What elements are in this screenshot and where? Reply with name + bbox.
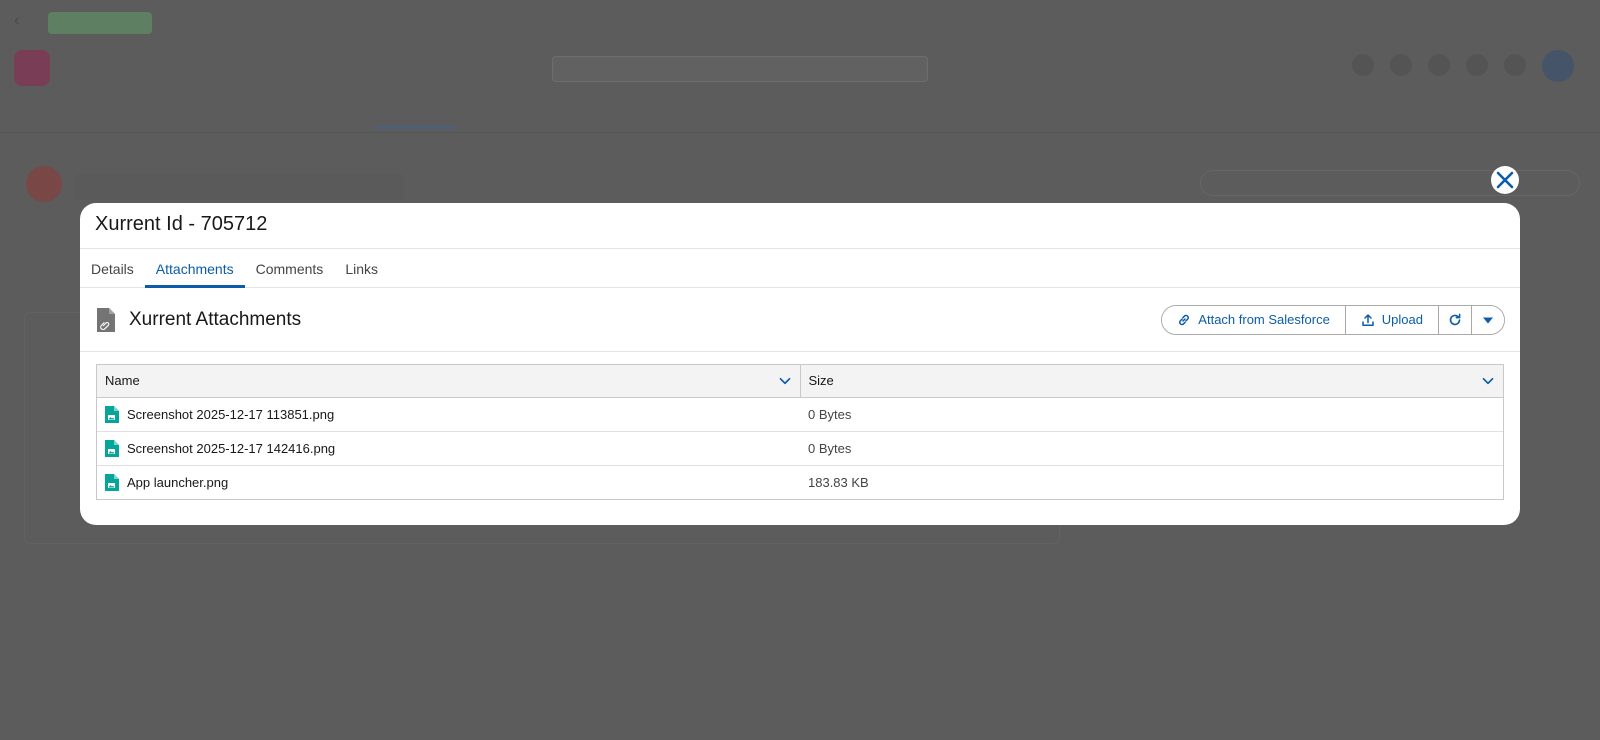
background-case-icon (26, 166, 62, 202)
background-header-icon (1390, 54, 1412, 76)
tab-attachments[interactable]: Attachments (144, 249, 245, 288)
modal-close-button[interactable] (1491, 166, 1519, 194)
table-row[interactable]: App launcher.png 183.83 KB (97, 465, 1503, 499)
table-row[interactable]: Screenshot 2025-12-17 113851.png 0 Bytes (97, 397, 1503, 432)
file-size: 0 Bytes (800, 397, 1503, 432)
file-name-cell[interactable]: Screenshot 2025-12-17 113851.png (97, 397, 800, 432)
column-header-size[interactable]: Size (800, 365, 1503, 398)
modal-tab-bar: Details Attachments Comments Links (80, 249, 1520, 288)
upload-button[interactable]: Upload (1345, 305, 1439, 334)
attachments-modal: Xurrent Id - 705712 Details Attachments … (80, 203, 1520, 525)
background-active-tab-underline (375, 126, 455, 129)
attachments-button-group: Attach from Salesforce Upload (1161, 304, 1505, 335)
background-header-icon (1352, 54, 1374, 76)
background-header-icon (1504, 54, 1526, 76)
image-file-icon (105, 473, 119, 491)
table-header-row: Name Size (97, 365, 1503, 398)
file-name: Screenshot 2025-12-17 113851.png (127, 406, 335, 422)
upload-label: Upload (1381, 312, 1423, 327)
background-avatar (1542, 50, 1574, 82)
column-header-size-label: Size (808, 373, 834, 389)
column-header-name-label: Name (105, 373, 140, 389)
tab-details[interactable]: Details (80, 249, 145, 287)
background-status-chip (48, 12, 152, 34)
file-name: Screenshot 2025-12-17 142416.png (127, 440, 336, 456)
attachments-table: Name Size Screenshot 2025-12-17 113851.p… (96, 364, 1504, 500)
file-name: App launcher.png (127, 474, 229, 490)
background-search-box (552, 56, 928, 82)
modal-title: Xurrent Id - 705712 (95, 213, 268, 235)
background-record-title (74, 174, 404, 200)
upload-icon (1362, 313, 1374, 326)
table-row[interactable]: Screenshot 2025-12-17 142416.png 0 Bytes (97, 431, 1503, 466)
file-size: 0 Bytes (800, 431, 1503, 466)
file-name-cell[interactable]: Screenshot 2025-12-17 142416.png (97, 431, 800, 466)
background-top-bar (0, 0, 1600, 44)
attachment-doc-icon (97, 307, 115, 332)
image-file-icon (105, 405, 119, 423)
tab-comments[interactable]: Comments (245, 249, 335, 287)
background-header-icons (1352, 50, 1574, 82)
background-divider (0, 132, 1600, 133)
refresh-button[interactable] (1439, 305, 1472, 334)
background-app-icon (14, 50, 50, 86)
image-file-icon (105, 439, 119, 457)
chevron-down-icon[interactable] (1481, 374, 1495, 388)
file-name-cell[interactable]: App launcher.png (97, 465, 800, 499)
link-icon (1179, 314, 1190, 325)
caret-down-icon (1483, 317, 1493, 323)
background-header-icon (1428, 54, 1450, 76)
background-back-icon: ‹ (14, 12, 20, 29)
file-size: 183.83 KB (808, 474, 869, 490)
background-action-buttons (1200, 170, 1580, 196)
more-actions-dropdown-button[interactable] (1472, 305, 1504, 334)
tab-links[interactable]: Links (334, 249, 389, 287)
close-icon (1496, 171, 1514, 189)
attach-from-salesforce-button[interactable]: Attach from Salesforce (1162, 305, 1346, 334)
modal-header: Xurrent Id - 705712 (80, 203, 1520, 249)
attachments-card-title: Xurrent Attachments (129, 308, 302, 330)
column-header-name[interactable]: Name (97, 365, 801, 398)
refresh-icon (1449, 313, 1461, 325)
background-header-icon (1466, 54, 1488, 76)
chevron-down-icon[interactable] (778, 374, 792, 388)
attachments-card-header: Xurrent Attachments Attach from Salesfor… (80, 288, 1520, 352)
attach-from-salesforce-label: Attach from Salesforce (1198, 312, 1330, 327)
